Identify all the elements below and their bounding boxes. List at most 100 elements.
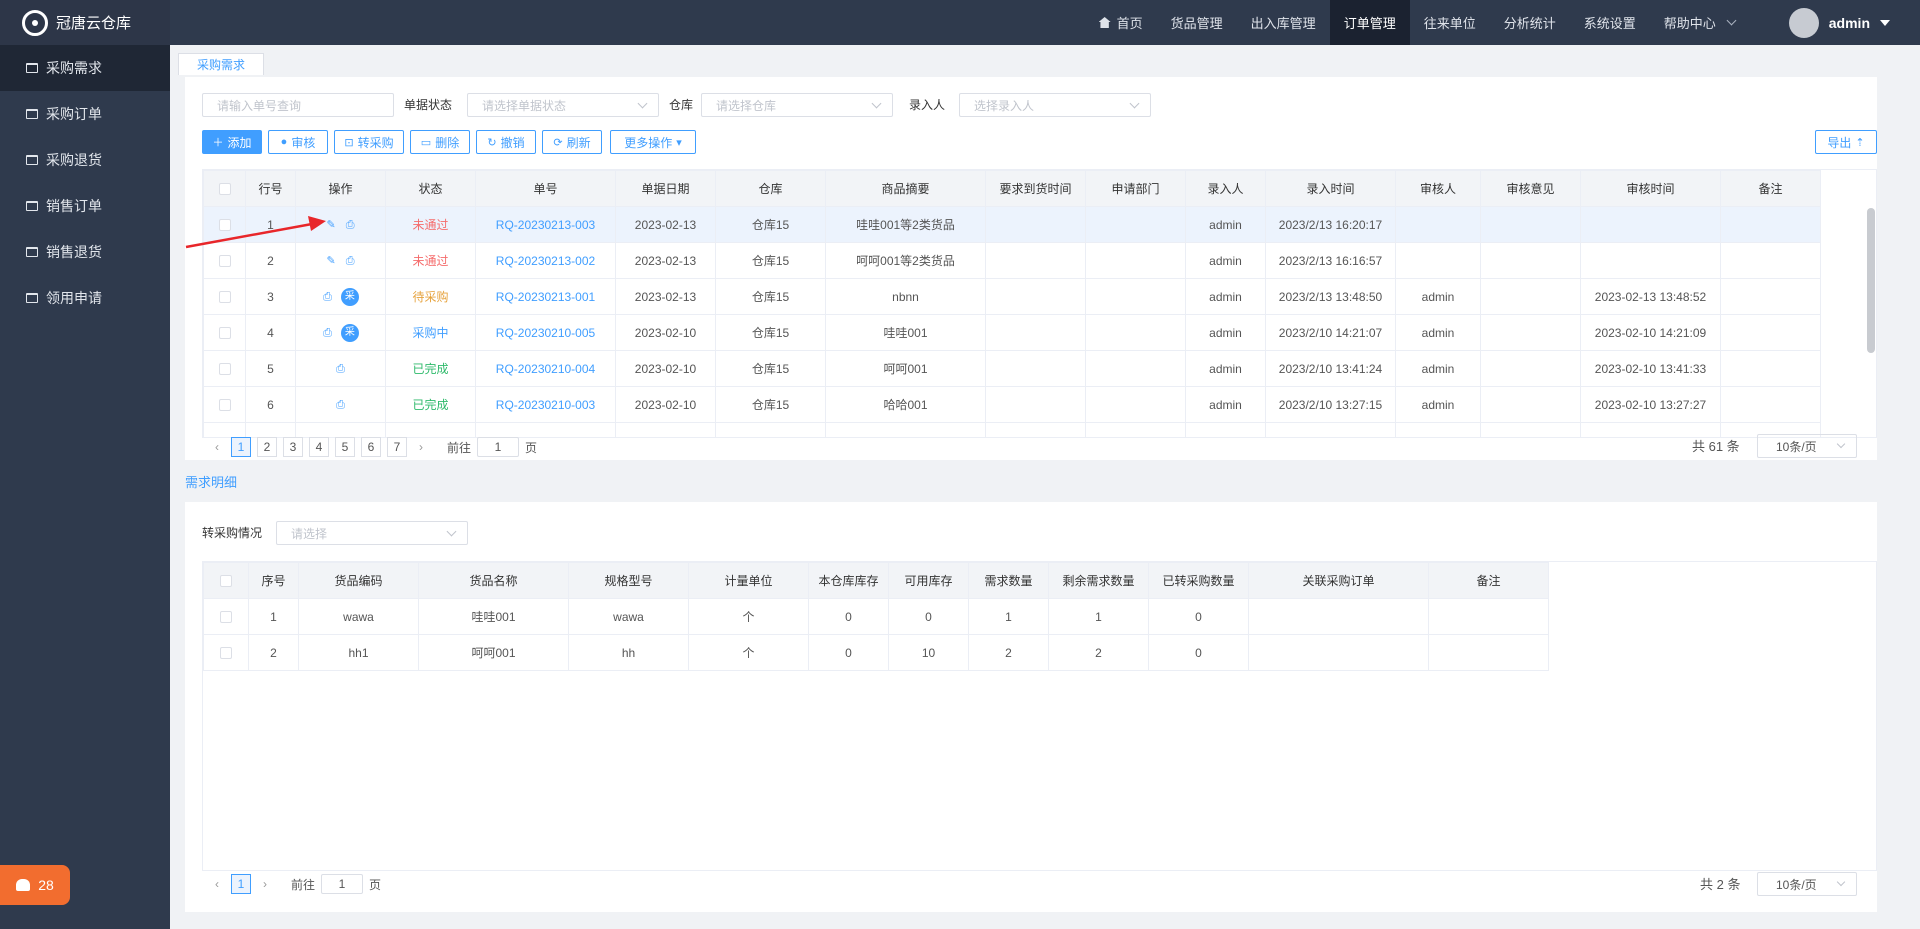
page-button[interactable]: 2 <box>257 437 277 457</box>
sidebar-item-sales-return[interactable]: 销售退货 <box>0 229 170 275</box>
table-row[interactable]: 2 hh1 呵呵001 hh 个 0 10 2 2 0 <box>203 634 1549 671</box>
select-all-cell[interactable] <box>203 562 249 599</box>
refresh-button[interactable]: ⟳ 刷新 <box>542 130 602 154</box>
order-number-link[interactable]: RQ-20230213-002 <box>475 242 616 279</box>
table-row[interactable]: 4 ⎙ 采采购中 RQ-20230210-005 2023-02-10 仓库15 哇哇001… <box>203 314 1821 351</box>
row-select-cell[interactable] <box>203 314 246 351</box>
row-select-cell[interactable] <box>203 206 246 243</box>
row-select-cell[interactable] <box>203 278 246 315</box>
checkbox[interactable] <box>218 327 231 340</box>
sidebar-item-purchase-return[interactable]: 采购退货 <box>0 137 170 183</box>
print-icon[interactable]: ⎙ <box>346 219 355 232</box>
checkbox[interactable] <box>220 647 232 660</box>
next-page-icon[interactable]: › <box>413 440 429 454</box>
next-page-icon[interactable]: › <box>257 877 273 891</box>
table-row[interactable]: 5 ⎙ 已完成 RQ-20230210-004 2023-02-10 仓库15 呵呵001 a… <box>203 350 1821 387</box>
checkbox[interactable] <box>218 255 231 268</box>
cell-audit-time: 2023-02-13 13:48:52 <box>1580 278 1721 315</box>
tab-purchase-demand[interactable]: 采购需求 <box>178 53 265 75</box>
print-icon[interactable]: ⎙ <box>323 327 332 340</box>
order-search-input[interactable]: 请输入单号查询 <box>202 93 394 117</box>
undo-icon: ↻ <box>487 136 497 149</box>
print-icon[interactable]: ⎙ <box>336 399 345 412</box>
purchase-icon[interactable]: 采 <box>340 323 359 342</box>
export-button[interactable]: 导出 ⇡ <box>1815 130 1877 154</box>
page-size-select[interactable]: 10条/页 <box>1757 872 1857 896</box>
page-size-select[interactable]: 10条/页 <box>1757 434 1857 458</box>
page-button[interactable]: 4 <box>309 437 329 457</box>
page-button[interactable]: 7 <box>387 437 407 457</box>
table-row[interactable]: 3 ⎙ 采待采购 RQ-20230213-001 2023-02-13 仓库15 nbnn a… <box>203 278 1821 315</box>
col-header: 要求到货时间 <box>985 170 1086 207</box>
sidebar-item-purchase-order[interactable]: 采购订单 <box>0 91 170 137</box>
print-icon[interactable]: ⎙ <box>346 255 355 268</box>
nav-inout[interactable]: 出入库管理 <box>1237 0 1330 45</box>
prev-page-icon[interactable]: ‹ <box>209 877 225 891</box>
convert-filter-select[interactable]: 请选择 <box>276 521 468 545</box>
purchase-icon[interactable]: 采 <box>340 287 359 306</box>
table-row[interactable]: 1 ✎ ⎙ 未通过 RQ-20230213-003 2023-02-13 仓库15 哇哇001… <box>203 206 1821 243</box>
sidebar-item-sales-order[interactable]: 销售订单 <box>0 183 170 229</box>
sidebar-item-purchase-demand[interactable]: 采购需求 <box>0 45 170 91</box>
goto-page-input[interactable]: 1 <box>477 437 520 457</box>
audit-button[interactable]: ● 审核 <box>268 130 328 154</box>
order-number-link[interactable]: RQ-20230210-005 <box>475 314 616 351</box>
nav-orders[interactable]: 订单管理 <box>1329 0 1410 45</box>
add-button[interactable]: ＋添加 <box>202 130 262 154</box>
nav-goods[interactable]: 货品管理 <box>1157 0 1237 45</box>
page-button[interactable]: 3 <box>283 437 303 457</box>
checkbox[interactable] <box>218 363 231 376</box>
nav-home[interactable]: 首页 <box>1085 0 1157 45</box>
goto-page-input[interactable]: 1 <box>321 874 364 894</box>
delete-button[interactable]: ▭ 删除 <box>410 130 470 154</box>
order-number-link[interactable]: RQ-20230213-003 <box>475 206 616 243</box>
col-header: 商品摘要 <box>825 170 986 207</box>
row-select-cell[interactable] <box>203 598 249 635</box>
page-button[interactable]: 6 <box>361 437 381 457</box>
prev-page-icon[interactable]: ‹ <box>209 440 225 454</box>
checkbox[interactable] <box>218 219 231 232</box>
table-row[interactable]: 6 ⎙ 已完成 RQ-20230210-003 2023-02-10 仓库15 哈哈001 a… <box>203 386 1821 423</box>
status-select[interactable]: 请选择单据状态 <box>467 93 659 117</box>
table-row[interactable]: 2 ✎ ⎙ 未通过 RQ-20230213-002 2023-02-13 仓库15 呵呵001… <box>203 242 1821 279</box>
nav-settings[interactable]: 系统设置 <box>1570 0 1650 45</box>
warehouse-select[interactable]: 请选择仓库 <box>701 93 893 117</box>
alarm-badge[interactable]: 28 <box>0 865 70 905</box>
print-icon[interactable]: ⎙ <box>336 363 345 376</box>
row-select-cell[interactable] <box>203 634 249 671</box>
table-scrollbar[interactable] <box>1867 208 1875 353</box>
entry-select[interactable]: 选择录入人 <box>959 93 1151 117</box>
revoke-button[interactable]: ↻ 撤销 <box>476 130 536 154</box>
more-actions-button[interactable]: 更多操作 ▾ <box>610 130 696 154</box>
order-number-link[interactable]: RQ-20230213-001 <box>475 278 616 315</box>
nav-partners[interactable]: 往来单位 <box>1410 0 1490 45</box>
edit-icon[interactable]: ✎ <box>326 254 335 267</box>
row-select-cell[interactable] <box>203 242 246 279</box>
row-select-cell[interactable] <box>203 350 246 387</box>
order-number-link[interactable]: RQ-20230210-004 <box>475 350 616 387</box>
page-button[interactable]: 1 <box>231 437 251 457</box>
order-number-link[interactable]: RQ-20230210-003 <box>475 386 616 423</box>
row-select-cell[interactable] <box>203 386 246 423</box>
table-row[interactable]: 1 wawa 哇哇001 wawa 个 0 0 1 1 0 <box>203 598 1549 635</box>
page-button[interactable]: 5 <box>335 437 355 457</box>
to-purchase-button[interactable]: ⊡ 转采购 <box>334 130 404 154</box>
edit-icon[interactable]: ✎ <box>326 218 335 231</box>
nav-analytics[interactable]: 分析统计 <box>1490 0 1570 45</box>
cell-code: hh1 <box>298 634 419 671</box>
checkbox[interactable] <box>220 611 232 624</box>
nav-help[interactable]: 帮助中心 <box>1650 0 1749 45</box>
checkbox[interactable] <box>218 183 231 196</box>
user-menu[interactable]: admin <box>1749 7 1920 38</box>
chevron-down-icon <box>1726 15 1737 26</box>
checkbox[interactable] <box>218 399 231 412</box>
sidebar-item-requisition[interactable]: 领用申请 <box>0 275 170 321</box>
page-button[interactable]: 1 <box>231 874 251 894</box>
select-all-cell[interactable] <box>203 170 246 207</box>
print-icon[interactable]: ⎙ <box>323 291 332 304</box>
checkbox[interactable] <box>220 575 232 588</box>
checkbox[interactable] <box>218 291 231 304</box>
row-number: 1 <box>245 206 296 243</box>
cell-opinion <box>1480 278 1581 315</box>
cell-entry-time: 2023/2/10 14:21:07 <box>1265 314 1396 351</box>
